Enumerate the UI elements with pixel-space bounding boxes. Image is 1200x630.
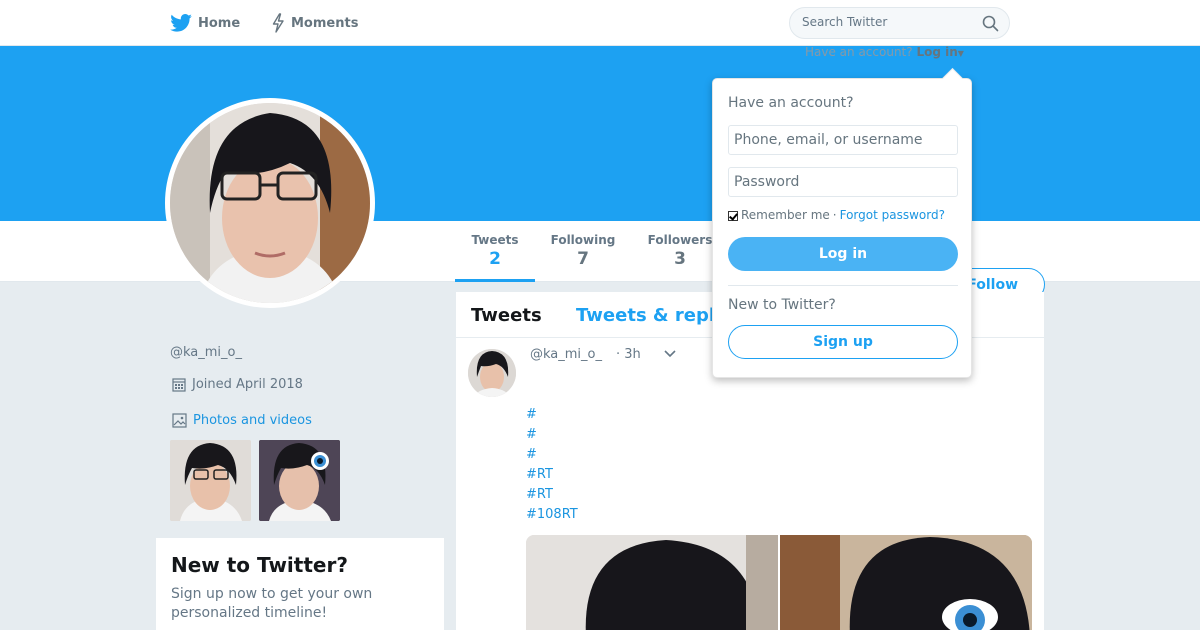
search-icon[interactable]: [982, 15, 999, 32]
login-link[interactable]: Log in: [916, 45, 957, 59]
login-dropdown: Have an account? Remember me · Forgot pa…: [712, 78, 972, 378]
joined-text: Joined April 2018: [192, 377, 303, 392]
nav-home-label: Home: [198, 15, 241, 31]
remember-checkbox[interactable]: [728, 211, 738, 221]
search-input[interactable]: [802, 15, 972, 29]
stat-followers-label: Followers: [647, 233, 713, 247]
tweet-handle[interactable]: @ka_mi_o_: [530, 347, 602, 362]
avatar-photo: [170, 103, 370, 303]
remember-label[interactable]: Remember me: [741, 208, 830, 222]
tweet-timestamp[interactable]: · 3h: [616, 347, 641, 362]
new-card-text: Sign up now to get your own personalized…: [171, 586, 373, 621]
login-button[interactable]: Log in: [728, 237, 958, 271]
hashtag-link[interactable]: #RT: [526, 465, 578, 485]
tweet-avatar[interactable]: [468, 349, 516, 397]
hashtag-link[interactable]: #: [526, 425, 578, 445]
display-name[interactable]: ㅤㅤ: [170, 318, 207, 347]
tweet-text: # # # #RT #RT #108RT: [526, 405, 578, 525]
caret-down-icon: ▼: [957, 49, 964, 58]
nav-moments-label: Moments: [291, 15, 359, 31]
photos-videos-link[interactable]: Photos and videos: [172, 413, 312, 428]
tweet-media: [526, 535, 1032, 630]
stat-tweets-label: Tweets: [471, 233, 519, 247]
calendar-icon: [172, 378, 186, 392]
signup-button[interactable]: Sign up: [728, 325, 958, 359]
stat-followers-value: 3: [674, 249, 686, 269]
stat-tweets-value: 2: [489, 249, 501, 269]
hashtag-link[interactable]: #: [526, 405, 578, 425]
tweet-photo[interactable]: [780, 535, 1032, 630]
password-field[interactable]: [728, 167, 958, 197]
image-icon: [172, 413, 187, 428]
have-account-text: Have an account?: [805, 45, 913, 59]
hashtag-link[interactable]: #RT: [526, 485, 578, 505]
have-account-toggle[interactable]: Have an account? Log in▼: [805, 45, 964, 59]
photo-thumbnail[interactable]: [170, 440, 251, 521]
forgot-password-link[interactable]: Forgot password?: [840, 208, 945, 222]
stat-following[interactable]: Following 7: [548, 233, 618, 269]
joined-date: Joined April 2018: [172, 377, 303, 392]
photo-thumbnail[interactable]: [259, 440, 340, 521]
stat-followers[interactable]: Followers 3: [645, 233, 715, 269]
new-to-twitter-card: New to Twitter? Sign up now to get your …: [156, 538, 444, 630]
username-field[interactable]: [728, 125, 958, 155]
new-to-twitter-label: New to Twitter?: [728, 297, 836, 313]
remember-row: Remember me · Forgot password?: [728, 208, 945, 222]
nav-moments[interactable]: Moments: [271, 12, 358, 34]
stat-following-label: Following: [550, 233, 616, 247]
lightning-icon: [272, 13, 284, 33]
profile-avatar[interactable]: [165, 98, 375, 308]
new-card-title: New to Twitter?: [171, 553, 348, 577]
stat-following-value: 7: [577, 249, 589, 269]
divider: [728, 285, 958, 286]
photos-videos-label: Photos and videos: [193, 413, 312, 428]
top-nav-bar: Home Moments: [0, 0, 1200, 46]
dropdown-heading: Have an account?: [728, 95, 854, 111]
twitter-bird-icon: [170, 14, 192, 32]
stat-tweets[interactable]: Tweets 2: [455, 233, 535, 282]
hashtag-link[interactable]: #108RT: [526, 505, 578, 525]
tab-tweets[interactable]: Tweets: [471, 305, 542, 326]
search-box: [789, 7, 1010, 39]
nav-home[interactable]: Home: [170, 12, 240, 34]
chevron-down-icon[interactable]: [664, 350, 676, 358]
hashtag-link[interactable]: #: [526, 445, 578, 465]
separator-dot: ·: [832, 208, 837, 222]
tweet-photo[interactable]: [526, 535, 778, 630]
user-handle[interactable]: @ka_mi_o_: [170, 345, 242, 360]
